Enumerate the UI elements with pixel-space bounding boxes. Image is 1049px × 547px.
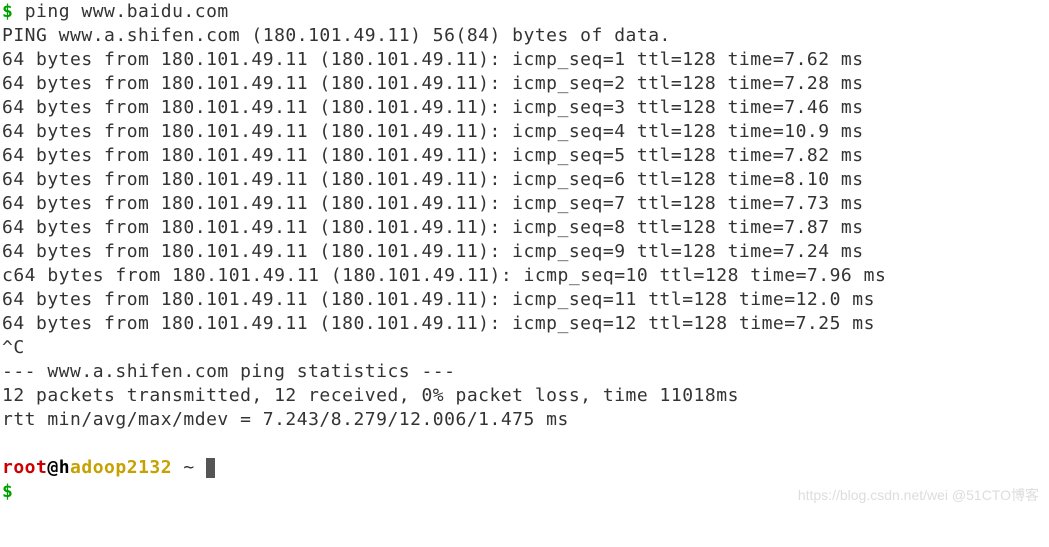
ping-reply: 64 bytes from 180.101.49.11 (180.101.49.…: [2, 49, 864, 70]
ping-reply: 64 bytes from 180.101.49.11 (180.101.49.…: [2, 193, 864, 214]
cursor: [206, 458, 215, 478]
prompt-at: @: [47, 457, 58, 478]
ping-reply: 64 bytes from 180.101.49.11 (180.101.49.…: [2, 97, 864, 118]
ping-reply: 64 bytes from 180.101.49.11 (180.101.49.…: [2, 241, 864, 262]
prompt-host: h: [59, 457, 70, 478]
prompt-host: 2132: [127, 457, 172, 478]
prompt-dollar: $: [2, 1, 13, 22]
prompt-dollar[interactable]: $: [2, 481, 13, 502]
ping-reply: 64 bytes from 180.101.49.11 (180.101.49.…: [2, 121, 864, 142]
ping-reply: 64 bytes from 180.101.49.11 (180.101.49.…: [2, 169, 864, 190]
ping-reply: 64 bytes from 180.101.49.11 (180.101.49.…: [2, 289, 875, 310]
command-text: ping www.baidu.com: [25, 1, 229, 22]
ctrl-c: ^C: [2, 337, 25, 358]
stats-rtt: rtt min/avg/max/mdev = 7.243/8.279/12.00…: [2, 409, 569, 430]
prompt-user: root: [2, 457, 47, 478]
ping-reply: 64 bytes from 180.101.49.11 (180.101.49.…: [2, 313, 875, 334]
ping-reply: 64 bytes from 180.101.49.11 (180.101.49.…: [2, 73, 864, 94]
ping-reply: 64 bytes from 180.101.49.11 (180.101.49.…: [2, 145, 864, 166]
ping-reply: 64 bytes from 180.101.49.11 (180.101.49.…: [2, 217, 864, 238]
prompt-host: adoop: [70, 457, 127, 478]
stats-packets: 12 packets transmitted, 12 received, 0% …: [2, 385, 739, 406]
ping-reply: c64 bytes from 180.101.49.11 (180.101.49…: [2, 265, 886, 286]
terminal-output[interactable]: $ ping www.baidu.com PING www.a.shifen.c…: [0, 0, 1049, 504]
prompt-path: ~: [172, 457, 195, 478]
stats-header: --- www.a.shifen.com ping statistics ---: [2, 361, 455, 382]
ping-header: PING www.a.shifen.com (180.101.49.11) 56…: [2, 25, 671, 46]
